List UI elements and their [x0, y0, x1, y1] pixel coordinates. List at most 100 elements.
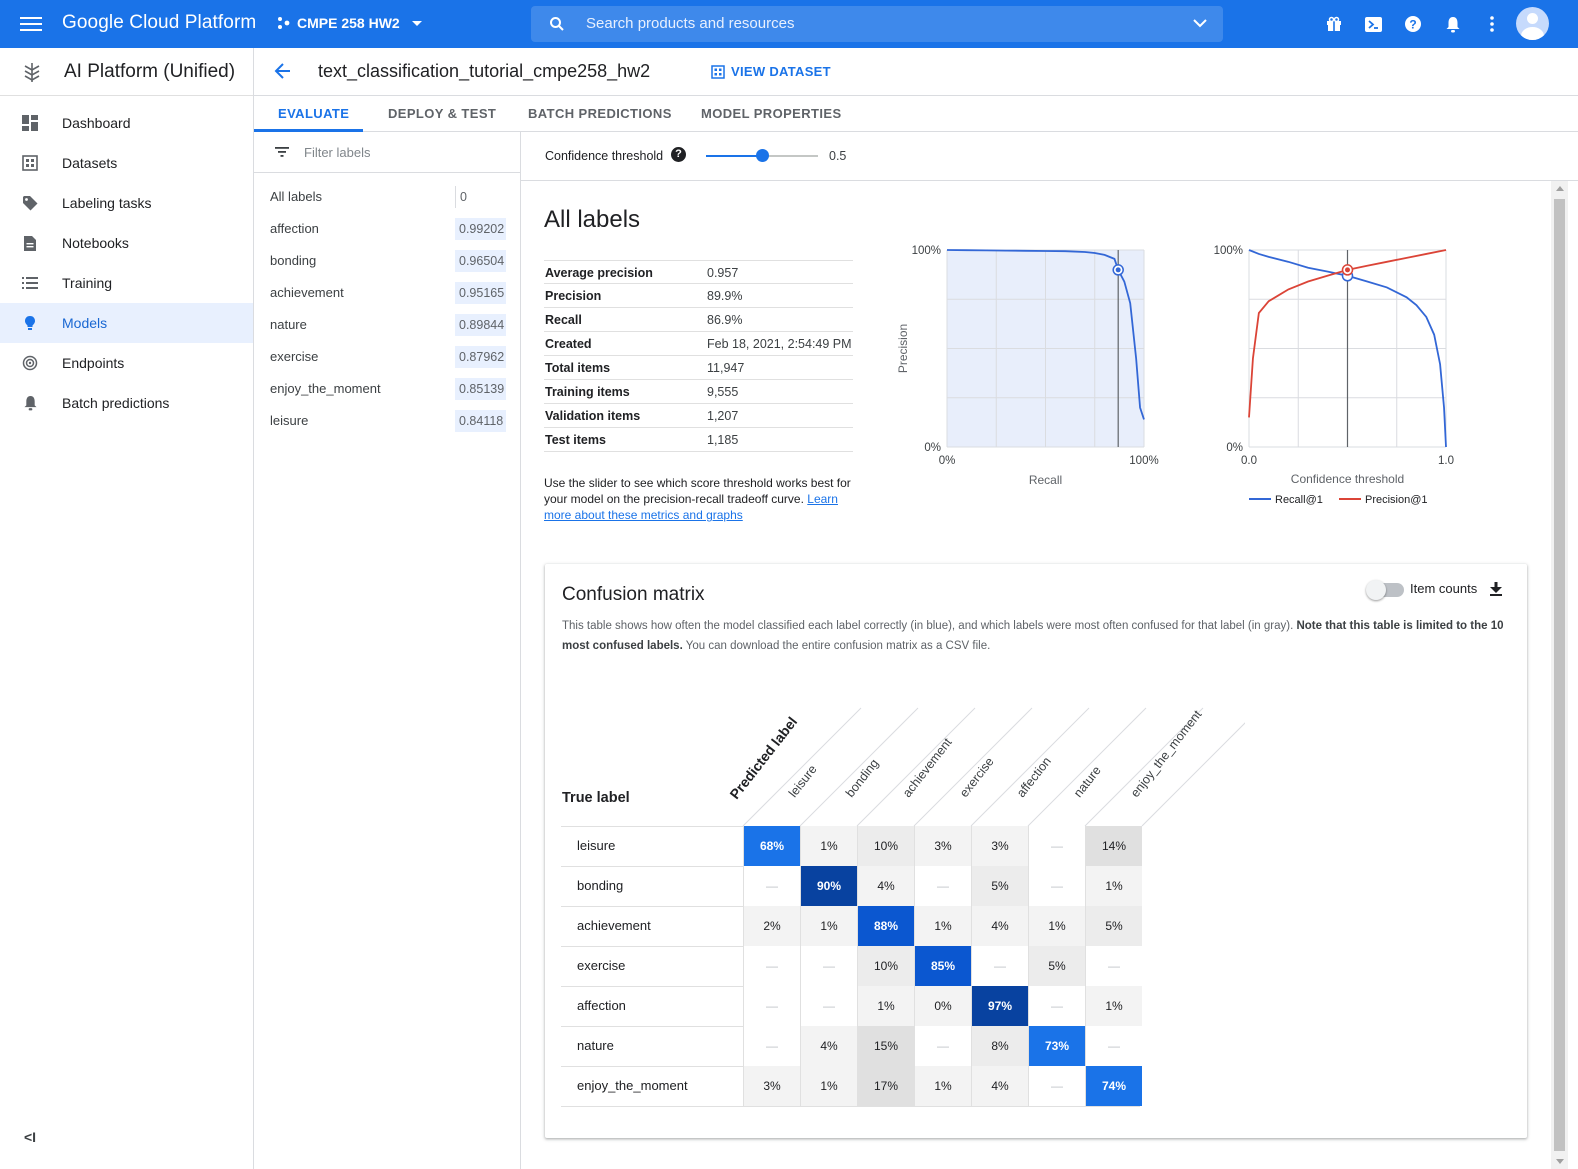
label-row[interactable]: enjoy_the_moment 0.85139	[270, 378, 506, 400]
view-dataset-label: VIEW DATASET	[731, 64, 831, 79]
x-tick-label: 0.0	[1241, 455, 1257, 467]
notifications-icon[interactable]	[1443, 14, 1463, 34]
tab-deploy-test[interactable]: DEPLOY & TEST	[388, 106, 496, 121]
matrix-cell: —	[800, 986, 857, 1026]
nav-item-label: Labeling tasks	[62, 195, 152, 211]
label-row[interactable]: bonding 0.96504	[270, 250, 506, 272]
label-row[interactable]: leisure 0.84118	[270, 410, 506, 432]
label-row[interactable]: achievement 0.95165	[270, 282, 506, 304]
matrix-cell: 1%	[914, 1066, 971, 1106]
label-name: All labels	[270, 189, 323, 204]
nav-item-notebooks[interactable]: Notebooks	[0, 223, 253, 263]
search-bar[interactable]: Search products and resources	[531, 6, 1223, 42]
top-app-bar: Google Cloud Platform CMPE 258 HW2 Searc…	[0, 0, 1578, 48]
threshold-slider[interactable]	[706, 149, 818, 162]
nav-item-labeling-tasks[interactable]: Labeling tasks	[0, 183, 253, 223]
metric-row: Total items 11,947	[544, 356, 853, 380]
help-icon[interactable]: ?	[1403, 14, 1423, 34]
row-label: achievement	[577, 918, 651, 933]
back-arrow-icon[interactable]	[274, 62, 292, 80]
row-label: bonding	[577, 878, 624, 893]
collapse-nav-button[interactable]: <I	[24, 1129, 36, 1145]
matrix-cell: 10%	[857, 826, 914, 866]
matrix-cell: —	[914, 866, 971, 906]
dashboard-icon	[0, 114, 62, 132]
view-dataset-button[interactable]: VIEW DATASET	[711, 64, 831, 79]
matrix-cell-diagonal: 90%	[800, 866, 857, 906]
item-counts-label: Item counts	[1410, 581, 1478, 596]
metric-value: 1,185	[707, 433, 739, 447]
tab-model-properties[interactable]: MODEL PROPERTIES	[701, 106, 842, 121]
chevron-down-icon[interactable]	[1193, 18, 1207, 28]
nav-item-label: Training	[62, 275, 113, 291]
search-input[interactable]: Search products and resources	[586, 15, 794, 32]
help-icon[interactable]: ?	[671, 147, 686, 162]
label-row[interactable]: nature 0.89844	[270, 314, 506, 336]
matrix-cell: 2%	[743, 906, 800, 946]
nav-item-endpoints[interactable]: Endpoints	[0, 343, 253, 383]
nav-item-dashboard[interactable]: Dashboard	[0, 103, 253, 143]
label-row[interactable]: exercise 0.87962	[270, 346, 506, 368]
scrollbar[interactable]	[1551, 181, 1568, 1169]
matrix-cell: 1%	[1028, 906, 1085, 946]
filter-labels-field[interactable]: Filter labels	[254, 132, 520, 173]
scroll-up-icon[interactable]	[1556, 186, 1564, 191]
matrix-cell: —	[743, 946, 800, 986]
nav-item-datasets[interactable]: Datasets	[0, 143, 253, 183]
item-counts-toggle[interactable]	[1366, 580, 1404, 600]
notebook-icon	[0, 235, 62, 252]
filter-labels-input[interactable]: Filter labels	[304, 145, 370, 160]
matrix-cell-diagonal: 97%	[971, 986, 1028, 1026]
svg-text:?: ?	[1409, 18, 1416, 32]
x-axis-label: Recall	[1029, 473, 1062, 487]
matrix-cell: 4%	[857, 866, 914, 906]
matrix-cell: 1%	[800, 906, 857, 946]
avatar[interactable]	[1516, 7, 1549, 40]
scroll-down-icon[interactable]	[1556, 1159, 1564, 1164]
datasets-icon	[0, 155, 62, 171]
x-tick-label: 100%	[1129, 455, 1158, 467]
legend-label: Precision@1	[1365, 494, 1428, 506]
threshold-value: 0.5	[829, 149, 847, 163]
label-row[interactable]: affection 0.99202	[270, 218, 506, 240]
metric-name: Recall	[545, 313, 582, 327]
more-vert-icon[interactable]	[1482, 14, 1502, 34]
download-icon[interactable]	[1490, 582, 1502, 596]
metric-name: Total items	[545, 361, 611, 375]
header-divider	[799, 707, 919, 827]
tab-evaluate[interactable]: EVALUATE	[278, 106, 349, 121]
metric-row: Recall 86.9%	[544, 308, 853, 332]
matrix-cell: 4%	[800, 1026, 857, 1066]
label-row-all[interactable]: All labels 0	[270, 186, 506, 208]
main-menu-icon[interactable]	[20, 14, 42, 34]
matrix-cell: 5%	[1085, 906, 1142, 946]
row-label: exercise	[577, 958, 626, 973]
tab-batch-predictions[interactable]: BATCH PREDICTIONS	[528, 106, 672, 121]
metric-row: Validation items 1,207	[544, 404, 853, 428]
metrics-table: Average precision 0.957 Precision 89.9% Reca…	[544, 260, 853, 452]
bell-icon	[0, 395, 62, 411]
matrix-cell: —	[1028, 986, 1085, 1026]
slider-fill	[706, 155, 762, 157]
matrix-cell-diagonal: 85%	[914, 946, 971, 986]
metric-row: Training items 9,555	[544, 380, 853, 404]
brand-title[interactable]: Google Cloud Platform	[62, 12, 256, 34]
slider-handle[interactable]	[756, 149, 769, 162]
endpoint-icon	[0, 355, 62, 371]
nav-item-batch-predictions[interactable]: Batch predictions	[0, 383, 253, 423]
project-icon	[278, 17, 290, 29]
precision-marker-dot	[1345, 267, 1350, 273]
precision-recall-chart: 100% 0%0% 100% Recall Precision	[896, 245, 1159, 487]
cloud-shell-icon[interactable]	[1363, 14, 1383, 34]
project-selector[interactable]: CMPE 258 HW2	[277, 15, 422, 31]
scrollbar-thumb[interactable]	[1554, 199, 1565, 1151]
left-navigation: AI Platform (Unified) Dashboard Datasets…	[0, 48, 254, 1169]
metric-name: Training items	[545, 385, 630, 399]
nav-item-models[interactable]: Models	[0, 303, 253, 343]
nav-item-training[interactable]: Training	[0, 263, 253, 303]
metric-value: 89.9%	[707, 289, 743, 303]
gift-icon[interactable]	[1324, 14, 1344, 34]
label-name: achievement	[270, 285, 344, 300]
search-icon	[550, 17, 564, 31]
product-name: AI Platform (Unified)	[64, 60, 236, 82]
